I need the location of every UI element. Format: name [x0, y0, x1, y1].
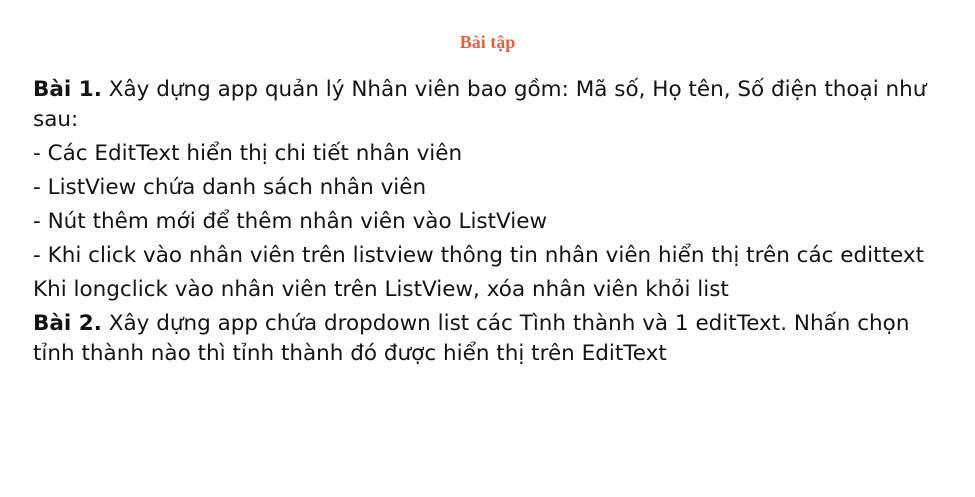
document-title: Bài tập: [459, 32, 516, 52]
bullet-item: - Các EditText hiển thị chi tiết nhân vi…: [33, 141, 463, 166]
exercise-1: Bài 1. Xây dựng app quản lý Nhân viên ba…: [33, 75, 938, 135]
bullet-item: Khi longclick vào nhân viên trên ListVie…: [33, 277, 729, 302]
exercise-2: Bài 2. Xây dựng app chứa dropdown list c…: [33, 309, 938, 369]
document-page: Bài tập Bài 1. Xây dựng app quản lý Nhân…: [0, 0, 975, 497]
document-body: Bài 1. Xây dựng app quản lý Nhân viên ba…: [33, 75, 938, 373]
exercise-1-label: Bài 1.: [33, 77, 102, 102]
exercise-1-text: Xây dựng app quản lý Nhân viên bao gồm: …: [33, 77, 927, 132]
bullet-item: - Nút thêm mới để thêm nhân viên vào Lis…: [33, 209, 548, 234]
bullet-item: - Khi click vào nhân viên trên listview …: [33, 243, 925, 268]
exercise-2-text: Xây dựng app chứa dropdown list các Tình…: [33, 311, 910, 366]
bullet-item: - ListView chứa danh sách nhân viên: [33, 175, 427, 200]
exercise-2-label: Bài 2.: [33, 311, 102, 336]
